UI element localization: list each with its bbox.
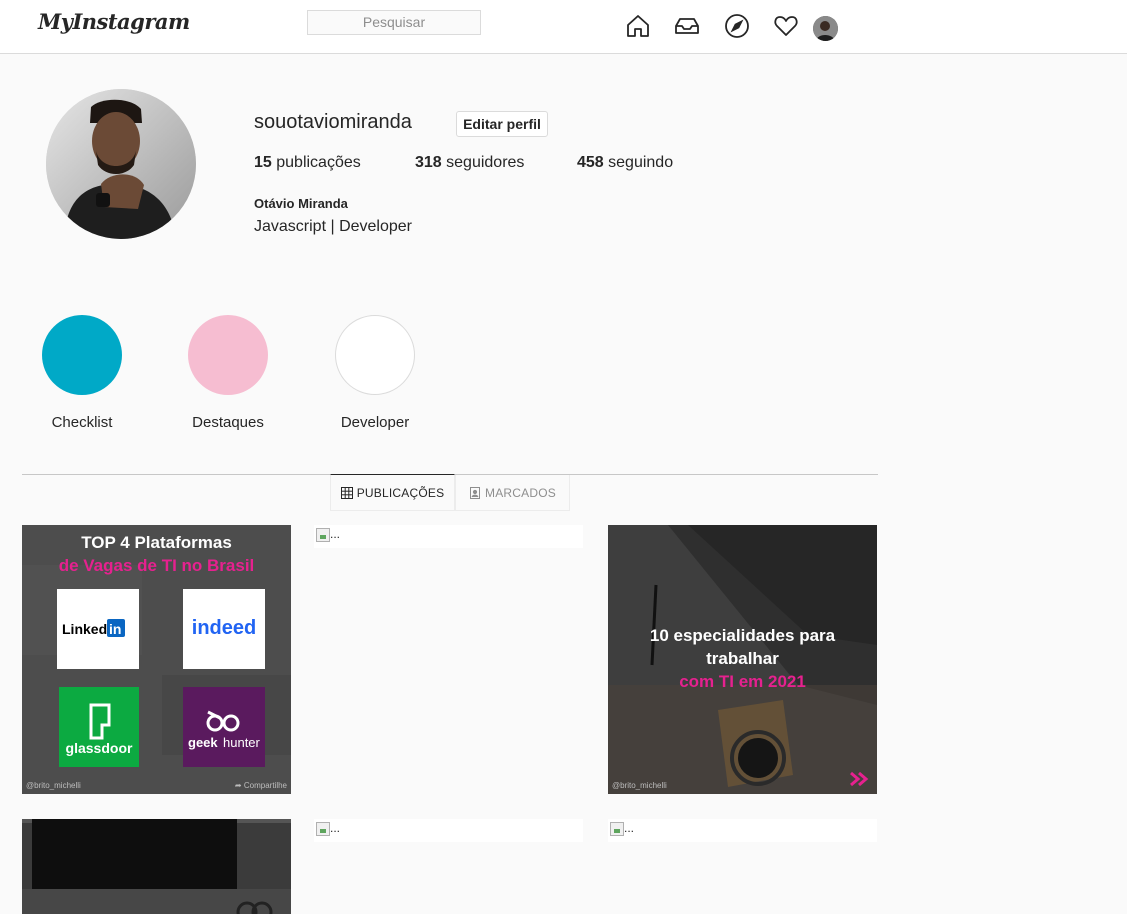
inbox-icon[interactable] [674,13,700,39]
explore-icon[interactable] [724,13,750,39]
stat-followers-count: 318 [415,154,442,171]
profile-bio: Javascript | Developer [254,218,412,235]
broken-image-alt: ... [330,821,341,835]
linkedin-logo: Linked [62,621,108,637]
post-share-label: Compartilhe [243,781,287,790]
post-thumbnail[interactable] [22,819,291,914]
profile-username: souotaviomiranda [254,111,412,133]
post-thumbnail-broken[interactable]: ... [608,819,877,842]
stat-followers-label: seguidores [446,154,525,171]
post-thumbnail-broken[interactable]: ... [314,819,583,842]
stat-posts-label: publicações [276,154,361,171]
stat-followers[interactable]: 318 seguidores [415,154,524,172]
geekhunter-logo-hunter: hunter [223,735,260,750]
profile-avatar[interactable] [46,89,196,239]
broken-image-alt: ... [624,821,635,835]
post-thumbnail-broken[interactable]: ... [314,525,583,548]
highlight-circle [335,315,415,395]
profile-full-name: Otávio Miranda [254,196,348,211]
broken-image-icon [610,821,624,836]
highlight-circle [188,315,268,395]
highlight-label: Checklist [51,414,113,431]
highlight-label: Destaques [192,414,264,431]
home-icon[interactable] [625,13,651,39]
heart-icon[interactable] [773,13,799,39]
geekhunter-logo-geek: geek [188,735,218,750]
highlight-circle [42,315,122,395]
post-title-line2: de Vagas de TI no Brasil [58,556,255,575]
grid-icon [340,486,353,499]
stat-posts-count: 15 [254,154,272,171]
post-share: ➦ Compartilhe [234,781,287,790]
highlight-checklist[interactable]: Checklist [32,315,132,431]
post-title-line3: com TI em 2021 [679,672,806,691]
broken-image-icon [316,527,330,542]
glassdoor-logo: glassdoor [65,740,133,756]
linkedin-logo-in: in [109,621,122,637]
highlight-developer[interactable]: Developer [325,315,425,431]
post-title-line1: 10 especialidades para [649,626,836,645]
post-title-line2: trabalhar [706,649,779,668]
indeed-logo: indeed [191,617,257,639]
post-title-line1: TOP 4 Plataformas [81,533,232,552]
app-logo[interactable]: MyInstagram [38,9,190,34]
broken-image-alt: ... [330,527,341,541]
top-navbar: MyInstagram Pesquisar [0,0,1127,54]
edit-profile-button[interactable]: Editar perfil [456,111,548,137]
profile-avatar-small[interactable] [813,16,838,41]
post-handle: @brito_michelli [612,781,667,790]
stat-following[interactable]: 458 seguindo [577,154,673,172]
post-thumbnail[interactable]: TOP 4 Plataformas de Vagas de TI no Bras… [22,525,291,794]
highlight-destaques[interactable]: Destaques [178,315,278,431]
tab-publicacoes[interactable]: PUBLICAÇÕES [330,474,455,511]
post-handle: @brito_michelli [26,781,81,790]
tab-label: PUBLICAÇÕES [356,485,445,500]
stat-posts[interactable]: 15 publicações [254,154,361,172]
tab-marcados[interactable]: MARCADOS [455,475,570,511]
highlight-label: Developer [340,414,410,431]
broken-image-icon [316,821,330,836]
search-input[interactable]: Pesquisar [307,10,481,35]
stat-following-count: 458 [577,154,604,171]
stat-following-label: seguindo [608,154,674,171]
tab-label: MARCADOS [485,485,556,500]
tagged-icon [469,486,481,499]
post-thumbnail[interactable]: 10 especialidades para trabalhar com TI … [608,525,877,794]
